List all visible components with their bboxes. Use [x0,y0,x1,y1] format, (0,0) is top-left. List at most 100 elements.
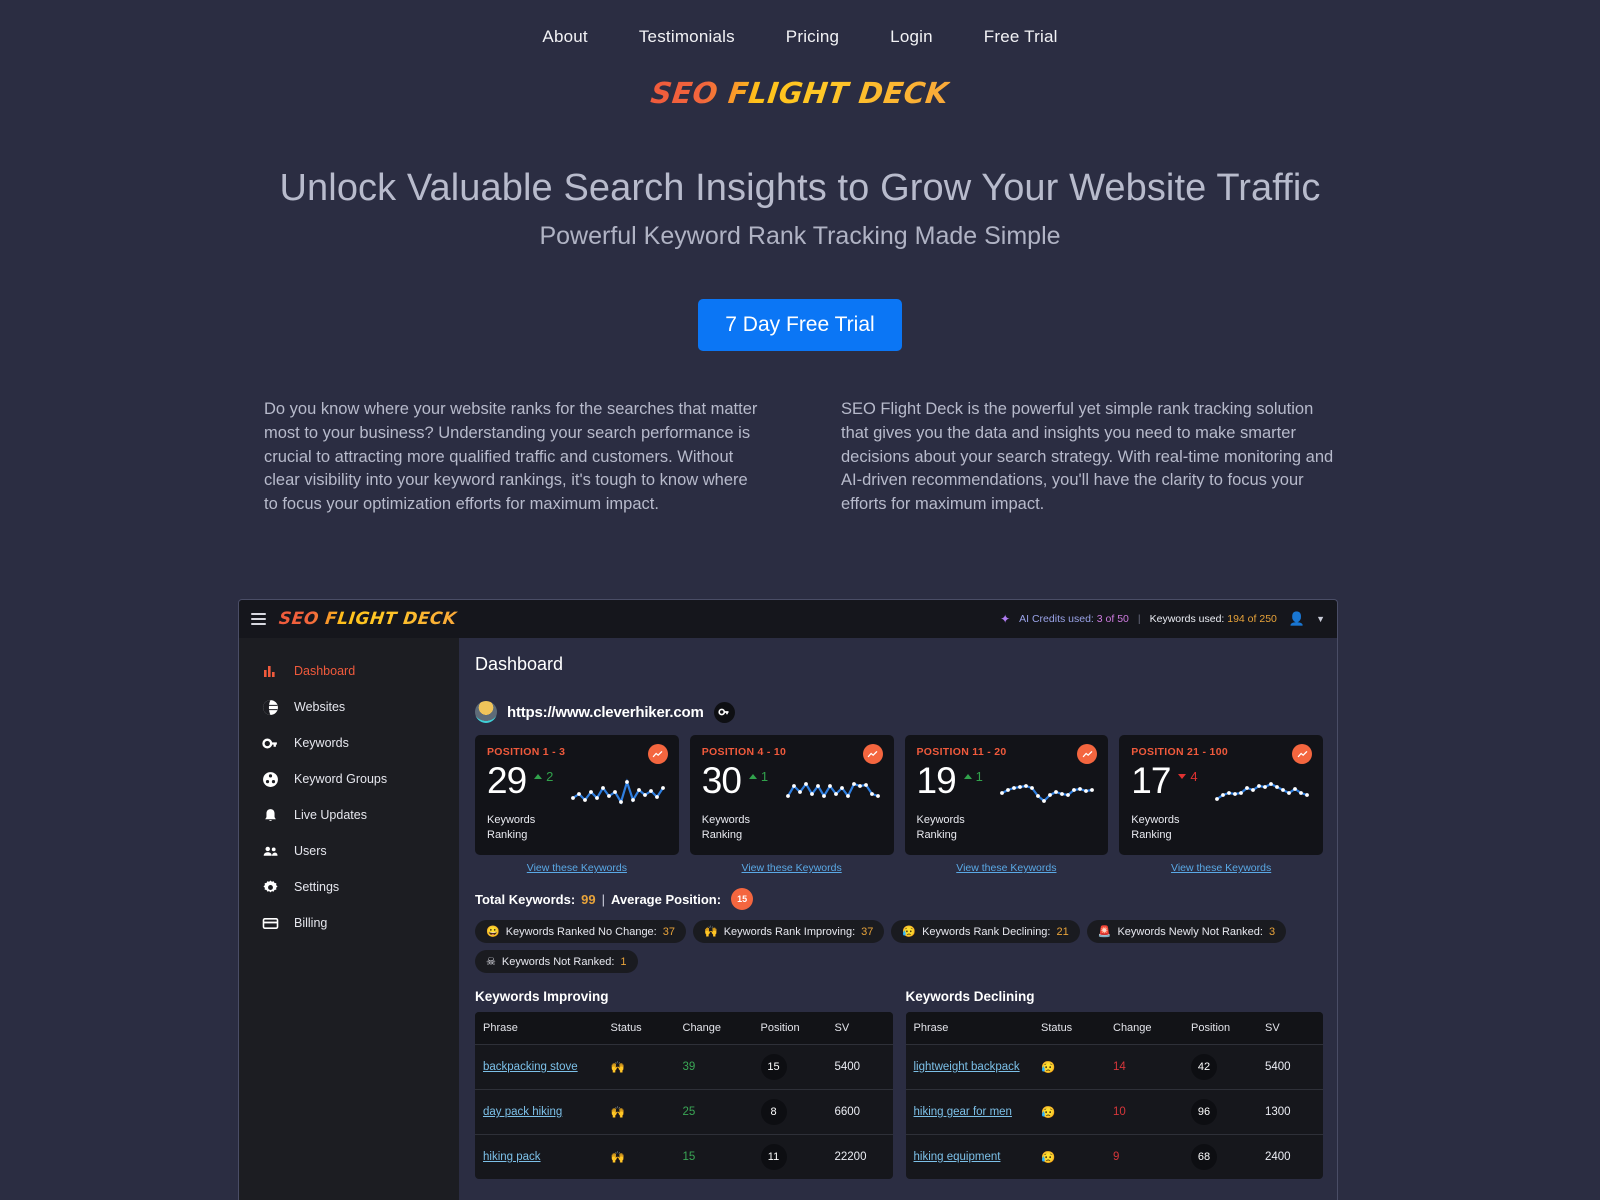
nav-link-pricing[interactable]: Pricing [786,27,839,47]
sidebar-item-keywords[interactable]: Keywords [239,725,459,761]
sparkline-chart [1215,774,1311,811]
intro-copy: Do you know where your website ranks for… [264,398,1336,517]
cell-phrase[interactable]: lightweight backpack [905,1044,1033,1090]
key-icon [261,734,279,752]
cell-sv: 1300 [1257,1089,1323,1135]
table-row[interactable]: hiking pack 🙌 15 11 22200 [475,1134,893,1179]
table-row[interactable]: hiking gear for men 😥 10 96 1300 [905,1089,1323,1135]
card-title: POSITION 11 - 20 [916,746,1007,758]
site-url[interactable]: https://www.cleverhiker.com [507,704,704,721]
column-header-sv: SV [1257,1012,1323,1045]
group-icon [261,770,279,788]
table-row[interactable]: lightweight backpack 😥 14 42 5400 [905,1044,1323,1090]
view-keywords-link[interactable]: View these Keywords [475,862,679,874]
position-card[interactable]: POSITION 1 - 3 29 2 Keywords Ranking [475,735,679,855]
sidebar-label: Keyword Groups [294,772,388,786]
position-cards: POSITION 1 - 3 29 2 Keywords Ranking POS… [475,735,1323,855]
keywords-used-status: Keywords used: 194 of 250 [1149,613,1277,625]
card-subtitle: Keywords Ranking [916,814,965,841]
sparkline-chart [1000,774,1096,811]
bar-chart-icon [261,662,279,680]
cell-status: 😥 [1033,1044,1105,1090]
user-avatar-icon[interactable]: 👤 [1289,611,1305,627]
nav-link-free-trial[interactable]: Free Trial [984,27,1058,47]
sidebar-item-settings[interactable]: Settings [239,869,459,905]
sidebar-item-users[interactable]: Users [239,833,459,869]
table-row[interactable]: hiking equipment 😥 9 68 2400 [905,1134,1323,1179]
card-title: POSITION 1 - 3 [487,746,566,758]
card-title: POSITION 21 - 100 [1131,746,1228,758]
cell-position: 11 [752,1134,827,1179]
chevron-down-icon[interactable]: ▼ [1316,614,1325,624]
status-badge-declining[interactable]: 😥 Keywords Rank Declining: 21 [891,920,1080,943]
card-delta: 2 [534,769,553,784]
status-badge-no-change[interactable]: 😀 Keywords Ranked No Change: 37 [475,920,686,943]
cell-position: 96 [1183,1089,1257,1135]
triangle-up-icon [748,774,757,779]
status-badge-improving[interactable]: 🙌 Keywords Rank Improving: 37 [692,920,885,943]
table-title: Keywords Declining [905,989,1035,1004]
raised-hands-icon: 🙌 [703,926,718,938]
app-brand-logo[interactable]: SEO FLIGHT DECK [278,609,458,629]
status-badge-not-ranked[interactable]: ☠ Keywords Not Ranked: 1 [475,950,638,973]
nav-link-about[interactable]: About [542,27,587,47]
brand-logo[interactable]: SEO FLIGHT DECK [649,76,951,110]
sidebar-item-websites[interactable]: Websites [239,689,459,725]
totals-row: Total Keywords: 99 | Average Position: 1… [475,888,1323,910]
site-keywords-button[interactable] [713,701,735,723]
keywords-declining-section: Keywords Declining Phrase Status Change … [905,989,1323,1179]
hero-section: Unlock Valuable Search Insights to Grow … [0,167,1600,251]
column-header-sv: SV [826,1012,893,1045]
position-card[interactable]: POSITION 11 - 20 19 1 Keywords Ranking [904,735,1109,855]
badge-label: Keywords Ranked No Change: [505,925,657,938]
cell-position: 8 [752,1089,827,1135]
sidebar-label: Billing [294,916,328,930]
position-card[interactable]: POSITION 21 - 100 17 4 Keywords Ranking [1119,735,1323,855]
cell-phrase[interactable]: hiking gear for men [905,1089,1033,1135]
average-position-value: 15 [731,888,754,910]
view-keywords-link[interactable]: View these Keywords [690,862,894,874]
sidebar-item-keyword-groups[interactable]: Keyword Groups [239,761,459,797]
status-badge-newly-not-ranked[interactable]: 🚨 Keywords Newly Not Ranked: 3 [1086,920,1287,943]
card-subtitle: Keywords Ranking [701,814,751,841]
cell-phrase[interactable]: backpacking stove [475,1044,603,1090]
cell-status: 🙌 [602,1089,675,1135]
trend-up-icon [1077,744,1098,764]
card-subtitle: Keywords Ranking [1131,814,1180,841]
totals-divider: | [601,891,606,907]
table-row[interactable]: day pack hiking 🙌 25 8 6600 [475,1089,893,1135]
badge-label: Keywords Rank Improving: [723,925,856,938]
cta-container: 7 Day Free Trial [0,299,1600,351]
intro-paragraph-left: Do you know where your website ranks for… [264,400,758,513]
sidebar-item-dashboard[interactable]: Dashboard [239,653,459,689]
badge-value: 3 [1268,925,1276,938]
credit-card-icon [261,914,279,932]
cell-phrase[interactable]: hiking pack [475,1134,603,1179]
sparkles-icon: ✦ [1000,612,1011,626]
skull-icon: ☠ [486,956,496,968]
app-header-bar: SEO FLIGHT DECK ✦ AI Credits used: 3 of … [239,600,1337,638]
alarm-icon: 🚨 [1097,926,1112,938]
column-header-status: Status [602,1012,675,1045]
cell-change: 10 [1105,1089,1183,1135]
sidebar-item-live-updates[interactable]: Live Updates [239,797,459,833]
view-keywords-link[interactable]: View these Keywords [905,862,1109,874]
position-card[interactable]: POSITION 4 - 10 30 1 Keywords Ranking [689,735,894,855]
card-delta: 1 [748,769,768,784]
column-header-phrase: Phrase [905,1012,1033,1045]
free-trial-button[interactable]: 7 Day Free Trial [698,299,902,351]
nav-link-login[interactable]: Login [890,27,933,47]
cell-phrase[interactable]: day pack hiking [475,1089,603,1135]
hamburger-menu-icon[interactable] [251,613,266,625]
sidebar-item-billing[interactable]: Billing [239,905,459,941]
badge-label: Keywords Not Ranked: [501,955,615,968]
hero-headline: Unlock Valuable Search Insights to Grow … [279,167,1321,209]
nav-link-testimonials[interactable]: Testimonials [639,27,735,47]
total-keywords-label: Total Keywords: [475,891,576,907]
cell-status: 🙌 [602,1044,675,1090]
column-header-change: Change [1105,1012,1183,1045]
cell-phrase[interactable]: hiking equipment [905,1134,1033,1179]
sidebar-label: Keywords [294,736,349,750]
table-row[interactable]: backpacking stove 🙌 39 15 5400 [475,1044,893,1090]
view-keywords-link[interactable]: View these Keywords [1119,862,1323,874]
